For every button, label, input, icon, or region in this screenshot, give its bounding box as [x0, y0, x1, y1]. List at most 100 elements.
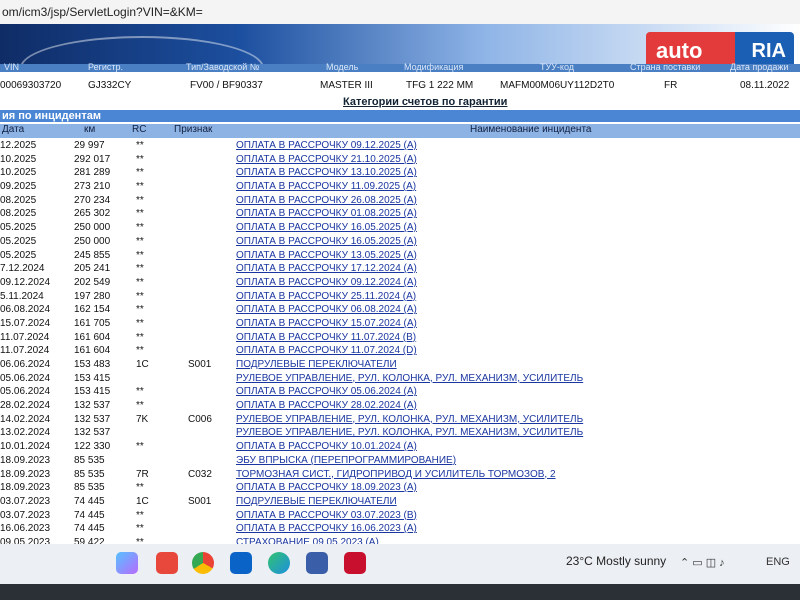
row-date: 12.2025: [0, 140, 37, 151]
row-date: 09.12.2024: [0, 276, 51, 288]
table-row: 10.2025 281 289 ** ОПЛАТА В РАССРОЧКУ 13.10…: [0, 167, 800, 181]
row-date: 18.09.2023: [0, 468, 51, 480]
address-bar[interactable]: om/icm3/jsp/ServletLogin?VIN=&KM=: [0, 0, 800, 24]
row-date: 05.2025: [0, 235, 37, 247]
row-sign: C032: [188, 468, 212, 480]
incident-table-body: 12.2025 29 997 ** ОПЛАТА В РАССРОЧКУ 09.12.…: [0, 140, 800, 551]
row-description-link[interactable]: ОПЛАТА В РАССРОЧКУ 01.08.2025 (А): [236, 208, 417, 219]
row-description-link[interactable]: ОПЛАТА В РАССРОЧКУ 03.07.2023 (В): [236, 510, 417, 521]
weather-widget[interactable]: 23°C Mostly sunny: [566, 554, 666, 568]
type-value: FV00 / BF90337: [190, 80, 263, 91]
row-description-link[interactable]: ОПЛАТА В РАССРОЧКУ 09.12.2024 (А): [236, 277, 417, 288]
table-row: 03.07.2023 74 445 1C S001 ПОДРУЛЕВЫЕ ПЕРЕКЛЮ…: [0, 496, 800, 510]
row-description-link[interactable]: ОПЛАТА В РАССРОЧКУ 26.08.2025 (А): [236, 195, 417, 206]
row-description-link[interactable]: ОПЛАТА В РАССРОЧКУ 09.12.2025 (А): [236, 140, 417, 151]
table-row: 13.02.2024 132 537 РУЛЕВОЕ УПРАВЛЕНИЕ, РУЛ…: [0, 427, 800, 441]
row-description-link[interactable]: ОПЛАТА В РАССРОЧКУ 15.07.2024 (А): [236, 318, 417, 329]
row-date: 7.12.2024: [0, 263, 45, 275]
row-rc: **: [136, 153, 144, 165]
row-km: 281 289: [74, 167, 111, 179]
row-description-link[interactable]: ОПЛАТА В РАССРОЧКУ 17.12.2024 (А): [236, 263, 417, 274]
row-rc: **: [136, 304, 144, 316]
row-date: 06.08.2024: [0, 304, 51, 316]
reg-value: GJ332CY: [88, 80, 132, 91]
row-rc: **: [136, 345, 144, 357]
warranty-categories-link[interactable]: Категории счетов по гарантии: [343, 96, 507, 108]
label-type: Тип/Заводской №: [186, 62, 260, 72]
tuu-value: MAFM00M06UY112D2T0: [500, 80, 615, 91]
row-rc: **: [136, 235, 144, 247]
row-description-link[interactable]: РУЛЕВОЕ УПРАВЛЕНИЕ, РУЛ. КОЛОНКА, РУЛ. М…: [236, 373, 583, 384]
row-description-link[interactable]: ОПЛАТА В РАССРОЧКУ 10.01.2024 (А): [236, 441, 417, 452]
row-date: 05.06.2024: [0, 386, 51, 398]
row-description-link[interactable]: РУЛЕВОЕ УПРАВЛЕНИЕ, РУЛ. КОЛОНКА, РУЛ. М…: [236, 427, 583, 438]
row-date: 13.02.2024: [0, 427, 51, 439]
row-rc: **: [136, 482, 144, 494]
table-row: 06.08.2024 162 154 ** ОПЛАТА В РАССРОЧКУ 06…: [0, 304, 800, 318]
row-km: 292 017: [74, 153, 111, 165]
row-description-link[interactable]: ОПЛАТА В РАССРОЧКУ 28.02.2024 (А): [236, 400, 417, 411]
system-tray-icons[interactable]: ⌃ ▭ ◫ ♪: [680, 556, 725, 569]
row-km: 205 241: [74, 263, 111, 275]
row-km: 161 604: [74, 345, 111, 357]
screen-bezel: [0, 584, 800, 600]
row-date: 09.2025: [0, 181, 37, 193]
row-description-link[interactable]: ОПЛАТА В РАССРОЧКУ 16.06.2023 (А): [236, 523, 417, 534]
watermark-ria: RIA: [751, 40, 786, 62]
security-app-icon[interactable]: [306, 552, 328, 574]
table-row: 16.06.2023 74 445 ** ОПЛАТА В РАССРОЧКУ 16.…: [0, 523, 800, 537]
row-description-link[interactable]: ОПЛАТА В РАССРОЧКУ 21.10.2025 (А): [236, 154, 417, 165]
table-row: 14.02.2024 132 537 7K C006 РУЛЕВОЕ УПРАВЛЕНИ…: [0, 414, 800, 428]
vehicle-header-labels: VIN Регистр. Тип/Заводской № Модель Моди…: [0, 62, 800, 72]
row-description-link[interactable]: ОПЛАТА В РАССРОЧКУ 11.09.2025 (А): [236, 181, 416, 192]
mcafee-icon[interactable]: [344, 552, 366, 574]
row-description-link[interactable]: ОПЛАТА В РАССРОЧКУ 11.07.2024 (В): [236, 332, 416, 343]
row-description-link[interactable]: ОПЛАТА В РАССРОЧКУ 16.05.2025 (А): [236, 222, 417, 233]
row-rc: **: [136, 167, 144, 179]
row-date: 05.2025: [0, 222, 37, 234]
row-sign: C006: [188, 413, 212, 425]
row-date: 03.07.2023: [0, 509, 51, 521]
row-description-link[interactable]: ОПЛАТА В РАССРОЧКУ 18.09.2023 (А): [236, 482, 417, 493]
row-date: 06.06.2024: [0, 359, 51, 370]
edge-icon[interactable]: [268, 552, 290, 574]
row-sign: S001: [188, 495, 212, 507]
country-value: FR: [664, 80, 678, 91]
chrome-icon[interactable]: [192, 552, 214, 574]
row-rc: **: [136, 441, 144, 453]
row-date: 10.01.2024: [0, 441, 51, 453]
col-date: Дата: [2, 124, 25, 135]
row-km: 85 535: [74, 468, 105, 480]
row-description-link[interactable]: ОПЛАТА В РАССРОЧКУ 13.05.2025 (А): [236, 250, 417, 261]
row-km: 85 535: [74, 454, 105, 466]
language-indicator[interactable]: ENG: [766, 556, 790, 568]
row-km: 161 705: [74, 317, 111, 329]
row-description-link[interactable]: ОПЛАТА В РАССРОЧКУ 25.11.2024 (А): [236, 291, 416, 302]
label-model: Модель: [326, 62, 359, 72]
row-description-link[interactable]: ОПЛАТА В РАССРОЧКУ 11.07.2024 (D): [236, 345, 417, 356]
table-row: 10.2025 292 017 ** ОПЛАТА В РАССРОЧКУ 21.10…: [0, 154, 800, 168]
row-description-link[interactable]: ОПЛАТА В РАССРОЧКУ 05.06.2024 (А): [236, 386, 417, 397]
table-row: 7.12.2024 205 241 ** ОПЛАТА В РАССРОЧКУ 17.…: [0, 263, 800, 277]
row-description-link[interactable]: ОПЛАТА В РАССРОЧКУ 06.08.2024 (А): [236, 304, 417, 315]
row-km: 161 604: [74, 331, 111, 343]
outlook-icon[interactable]: [230, 552, 252, 574]
row-date: 10.2025: [0, 153, 37, 165]
row-date: 28.02.2024: [0, 400, 51, 412]
row-description-link[interactable]: ОПЛАТА В РАССРОЧКУ 13.10.2025 (А): [236, 167, 417, 178]
table-row: 18.09.2023 85 535 7R C032 ТОРМОЗНАЯ СИСТ., Г…: [0, 469, 800, 483]
row-rc: **: [136, 509, 144, 521]
media-player-icon[interactable]: [156, 552, 178, 574]
row-description-link[interactable]: ОПЛАТА В РАССРОЧКУ 16.05.2025 (А): [236, 236, 417, 247]
row-rc: **: [136, 400, 144, 412]
row-km: 85 535: [74, 482, 105, 494]
row-description-link[interactable]: РУЛЕВОЕ УПРАВЛЕНИЕ, РУЛ. КОЛОНКА, РУЛ. М…: [236, 414, 583, 425]
row-description-link[interactable]: ПОДРУЛЕВЫЕ ПЕРЕКЛЮЧАТЕЛИ: [236, 359, 397, 370]
row-date: 05.06.2024: [0, 372, 51, 384]
copilot-icon[interactable]: [116, 552, 138, 574]
row-rc: **: [136, 290, 144, 302]
row-description-link[interactable]: ТОРМОЗНАЯ СИСТ., ГИДРОПРИВОД И УСИЛИТЕЛЬ…: [236, 469, 556, 480]
row-km: 74 445: [74, 509, 105, 521]
row-description-link[interactable]: ПОДРУЛЕВЫЕ ПЕРЕКЛЮЧАТЕЛИ: [236, 496, 397, 507]
row-description-link[interactable]: ЭБУ ВПРЫСКА (ПЕРЕПРОГРАММИРОВАНИЕ): [236, 455, 456, 466]
